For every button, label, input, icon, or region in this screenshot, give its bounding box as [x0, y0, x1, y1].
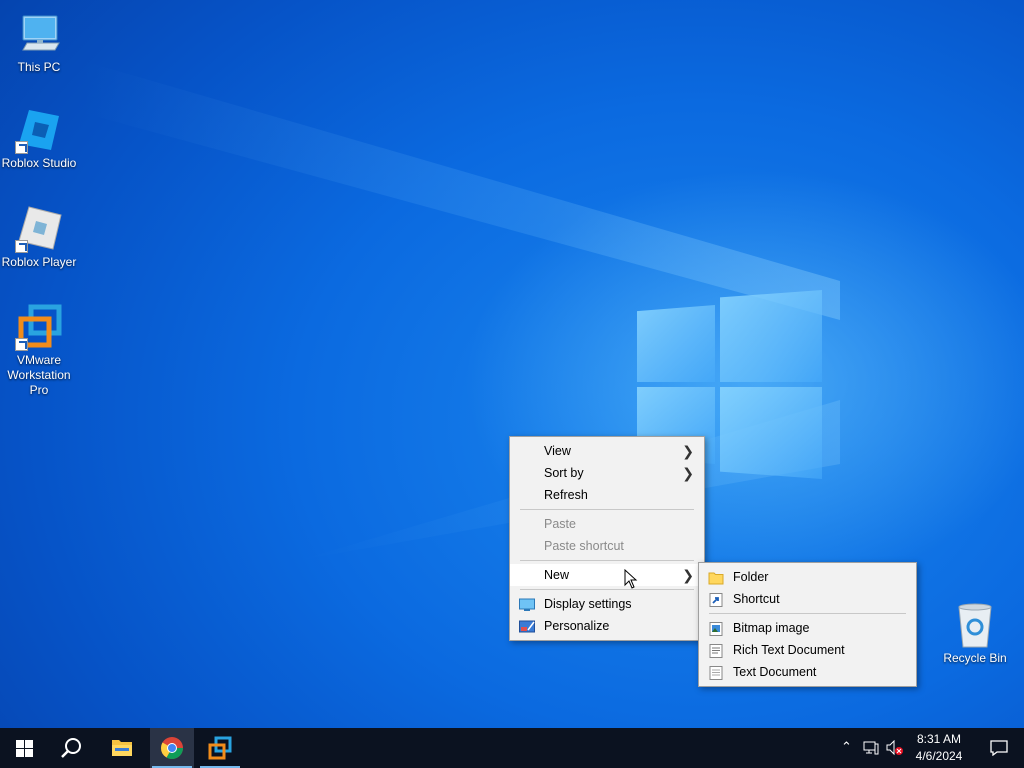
personalize-icon	[519, 619, 535, 633]
mouse-cursor-icon	[624, 568, 638, 594]
shortcut-arrow-icon	[15, 240, 28, 253]
clock-time: 8:31 AM	[916, 732, 962, 746]
clock[interactable]: 8:31 AM 4/6/2024	[910, 728, 968, 768]
menu-item-label: Display settings	[544, 597, 632, 611]
menu-item-label: Paste	[544, 517, 576, 531]
desktop-background[interactable]: This PC Roblox Studio Roblox Player VMwa…	[0, 0, 1024, 728]
desktop-icon-label: Roblox Player	[1, 255, 77, 269]
display-icon	[519, 597, 535, 611]
clock-date: 4/6/2024	[915, 749, 963, 763]
menu-item-label: Rich Text Document	[733, 643, 845, 657]
show-hidden-icons-button[interactable]: ⌃	[838, 728, 856, 768]
chevron-right-icon: ❯	[682, 465, 694, 481]
chevron-up-icon: ⌃	[841, 739, 852, 754]
recycle-bin-icon	[951, 601, 999, 649]
taskbar: ⌃ 8:31 AM 4/6/2024	[0, 728, 1024, 768]
desktop-icon-label: VMware Workstation Pro	[7, 353, 71, 397]
volume-icon-button[interactable]	[884, 728, 906, 768]
action-center-button[interactable]	[976, 728, 1020, 768]
folder-icon	[708, 570, 724, 585]
chevron-right-icon: ❯	[682, 567, 694, 583]
taskbar-vmware[interactable]	[198, 728, 242, 768]
start-icon	[16, 740, 33, 757]
menu-item-label: Sort by	[544, 466, 584, 480]
menu-item-personalize[interactable]: Personalize	[510, 615, 704, 637]
desktop-icon-this-pc[interactable]: This PC	[0, 10, 78, 75]
file-explorer-icon	[112, 740, 132, 756]
submenu-item-bitmap[interactable]: Bitmap image	[699, 617, 916, 639]
menu-item-label: Shortcut	[733, 592, 780, 606]
menu-item-new[interactable]: New ❯	[510, 564, 704, 586]
search-button[interactable]	[48, 728, 96, 768]
shortcut-icon	[708, 592, 724, 607]
network-icon-button[interactable]	[860, 728, 882, 768]
menu-item-label: View	[544, 444, 571, 458]
new-submenu: Folder Shortcut Bitmap image Rich Text D…	[698, 562, 917, 687]
computer-icon	[15, 10, 63, 58]
shortcut-arrow-icon	[15, 141, 28, 154]
menu-separator	[520, 560, 694, 561]
desktop-icon-vmware[interactable]: VMware Workstation Pro	[0, 303, 78, 398]
menu-item-label: Personalize	[544, 619, 610, 633]
notification-icon	[990, 740, 1008, 756]
rtf-icon	[708, 643, 724, 658]
menu-item-view[interactable]: View ❯	[510, 440, 704, 462]
menu-item-label: Text Document	[733, 665, 817, 679]
menu-separator	[709, 613, 906, 614]
text-doc-icon	[708, 665, 724, 680]
menu-item-sort-by[interactable]: Sort by ❯	[510, 462, 704, 484]
desktop-icon-roblox-studio[interactable]: Roblox Studio	[0, 106, 78, 171]
volume-muted-icon	[886, 740, 903, 756]
chevron-right-icon: ❯	[682, 443, 694, 459]
taskbar-chrome[interactable]	[150, 728, 194, 768]
desktop-icon-label: Recycle Bin	[943, 651, 1007, 665]
desktop-icon-recycle-bin[interactable]: Recycle Bin	[936, 601, 1014, 666]
shortcut-arrow-icon	[15, 338, 28, 351]
menu-item-label: Folder	[733, 570, 769, 584]
menu-separator	[520, 509, 694, 510]
start-button[interactable]	[0, 728, 48, 768]
network-icon	[863, 741, 879, 755]
desktop-icon-roblox-player[interactable]: Roblox Player	[0, 205, 78, 270]
submenu-item-folder[interactable]: Folder	[699, 566, 916, 588]
desktop-context-menu: View ❯ Sort by ❯ Refresh Paste Paste sho…	[509, 436, 705, 641]
menu-item-refresh[interactable]: Refresh	[510, 484, 704, 506]
menu-item-label: Refresh	[544, 488, 588, 502]
menu-separator	[520, 589, 694, 590]
submenu-item-text-document[interactable]: Text Document	[699, 661, 916, 683]
menu-item-label: Paste shortcut	[544, 539, 624, 553]
roblox-player-icon	[15, 205, 63, 253]
menu-item-label: New	[544, 568, 570, 582]
desktop-icon-label: This PC	[17, 60, 61, 74]
roblox-studio-icon	[15, 106, 63, 154]
vmware-icon	[15, 303, 63, 351]
bitmap-icon	[708, 621, 724, 636]
search-icon	[61, 738, 81, 758]
vmware-icon	[208, 736, 232, 760]
desktop-icon-label: Roblox Studio	[1, 156, 77, 170]
taskbar-file-explorer[interactable]	[98, 728, 146, 768]
submenu-item-shortcut[interactable]: Shortcut	[699, 588, 916, 610]
menu-item-display-settings[interactable]: Display settings	[510, 593, 704, 615]
menu-item-paste: Paste	[510, 513, 704, 535]
light-beam	[80, 60, 840, 320]
menu-item-label: Bitmap image	[733, 621, 810, 635]
submenu-item-rich-text[interactable]: Rich Text Document	[699, 639, 916, 661]
menu-item-paste-shortcut: Paste shortcut	[510, 535, 704, 557]
chrome-icon	[161, 737, 183, 759]
